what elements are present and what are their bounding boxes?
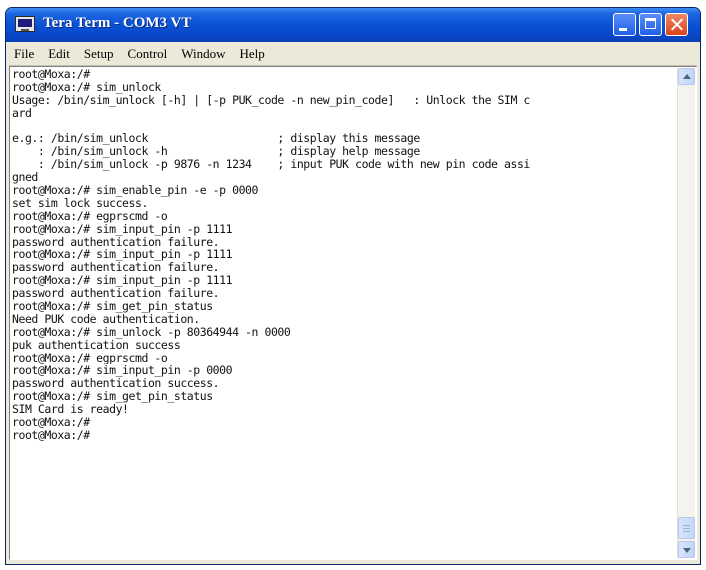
terminal-line: root@Moxa:/#: [12, 428, 90, 442]
scroll-up-button[interactable]: [678, 68, 695, 85]
terminal-line: root@Moxa:/#: [12, 416, 90, 429]
terminal-line: root@Moxa:/# sim_get_pin_status: [12, 300, 213, 313]
terminal-line: Need PUK code authentication.: [12, 312, 200, 326]
terminal-line: SIM Card is ready!: [12, 403, 129, 417]
terminal-line: root@Moxa:/# sim_unlock: [12, 80, 161, 94]
window-title: Tera Term - COM3 VT: [43, 15, 192, 31]
terminal-line: puk authentication success: [12, 338, 181, 352]
terminal-line: Usage: /bin/sim_unlock [-h] | [-p PUK_co…: [12, 93, 530, 107]
terminal-line: root@Moxa:/# sim_input_pin -p 0000: [12, 364, 233, 378]
terminal-line: root@Moxa:/#: [12, 68, 90, 81]
terminal-line: root@Moxa:/# sim_input_pin -p 1111: [12, 274, 233, 288]
terminal-line: password authentication failure.: [12, 235, 220, 249]
menu-bar: File Edit Setup Control Window Help: [9, 42, 697, 66]
terminal-line: gned: [12, 171, 38, 185]
terminal-line: root@Moxa:/# sim_input_pin -p 1111: [12, 248, 233, 262]
menu-window[interactable]: Window: [174, 46, 232, 62]
tera-term-icon[interactable]: [15, 16, 35, 32]
vertical-scrollbar[interactable]: [677, 68, 695, 558]
terminal-window: Tera Term - COM3 VT File Edit Setup Cont…: [5, 7, 701, 565]
terminal-line: root@Moxa:/# sim_get_pin_status: [12, 390, 213, 404]
terminal-line: root@Moxa:/# sim_input_pin -p 1111: [12, 222, 233, 236]
chevron-up-icon: [683, 74, 691, 79]
scroll-thumb[interactable]: [678, 517, 695, 539]
minimize-button[interactable]: [613, 13, 636, 36]
menu-help[interactable]: Help: [233, 46, 272, 62]
menu-setup[interactable]: Setup: [77, 46, 121, 62]
terminal-line: e.g.: /bin/sim_unlock ; display this mes…: [12, 132, 420, 146]
menu-control[interactable]: Control: [121, 46, 175, 62]
terminal-line: set sim lock success.: [12, 196, 148, 210]
terminal-line: root@Moxa:/# egprscmd -o: [12, 209, 168, 223]
terminal-line: password authentication failure.: [12, 261, 220, 275]
terminal-output[interactable]: root@Moxa:/# root@Moxa:/# sim_unlock Usage…: [12, 68, 677, 558]
terminal-line: password authentication success.: [12, 377, 220, 391]
close-button[interactable]: [665, 13, 688, 36]
terminal-line: root@Moxa:/# egprscmd -o: [12, 351, 168, 365]
menu-edit[interactable]: Edit: [41, 46, 77, 62]
terminal-line: password authentication failure.: [12, 287, 220, 301]
title-bar[interactable]: Tera Term - COM3 VT: [6, 8, 700, 42]
scroll-down-button[interactable]: [678, 541, 695, 558]
terminal-frame: root@Moxa:/# root@Moxa:/# sim_unlock Usage…: [9, 66, 697, 560]
terminal-line: ard: [12, 106, 32, 120]
chevron-down-icon: [683, 548, 691, 553]
terminal-line: : /bin/sim_unlock -p 9876 -n 1234 ; inpu…: [12, 158, 530, 172]
terminal-line: root@Moxa:/# sim_enable_pin -e -p 0000: [12, 184, 258, 197]
terminal-line: root@Moxa:/# sim_unlock -p 80364944 -n 0…: [12, 325, 291, 339]
maximize-button[interactable]: [639, 13, 662, 36]
terminal-line: : /bin/sim_unlock -h ; display help mess…: [12, 145, 420, 159]
menu-file[interactable]: File: [9, 46, 41, 62]
